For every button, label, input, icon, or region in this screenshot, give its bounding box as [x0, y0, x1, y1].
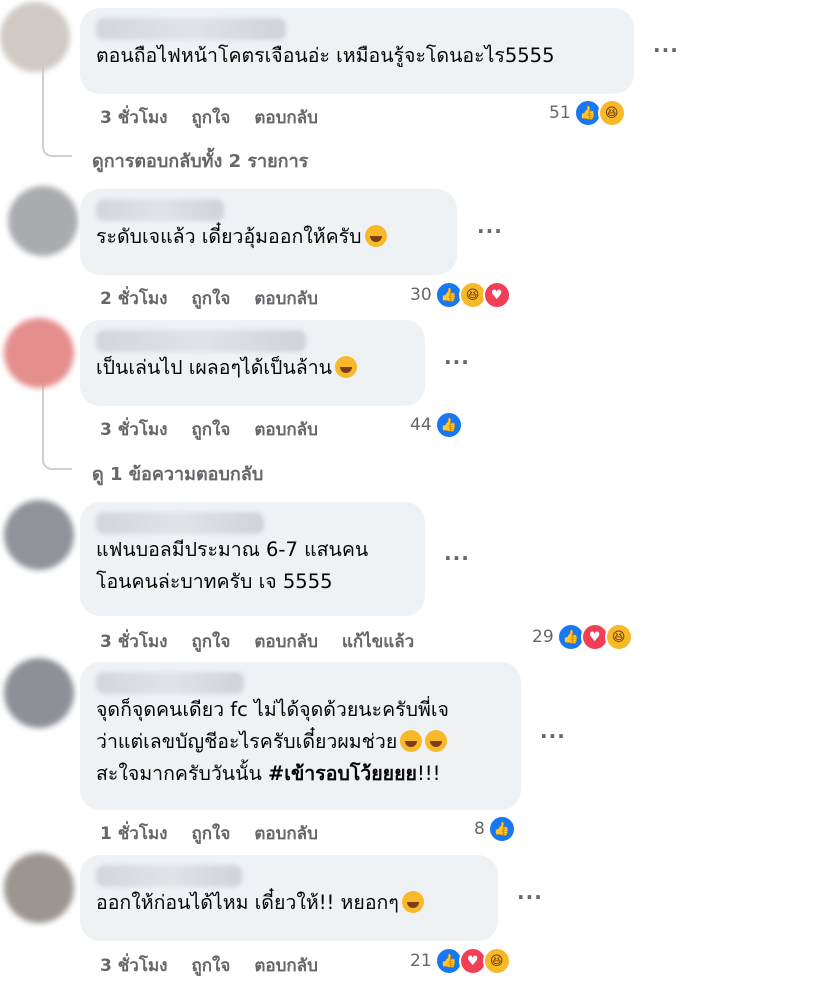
avatar[interactable] [4, 500, 74, 570]
comment-time[interactable]: 3 ชั่วโมง [100, 420, 167, 440]
reaction-count: 44 [410, 415, 432, 435]
haha-icon: 😆 [597, 99, 626, 127]
rofl-emoji-icon [425, 730, 448, 752]
more-options-icon[interactable]: ··· [444, 350, 470, 374]
commenter-name-blurred[interactable] [96, 199, 224, 221]
reaction-count: 21 [410, 951, 432, 971]
haha-icon: 😆 [482, 947, 511, 975]
comment-time[interactable]: 3 ชั่วโมง [100, 956, 167, 976]
avatar[interactable] [4, 658, 74, 728]
rofl-emoji-icon [364, 225, 387, 247]
like-icon: 👍 [487, 815, 516, 843]
comment-actions: 1 ชั่วโมง ถูกใจ ตอบกลับ [100, 820, 342, 847]
hashtag-link[interactable]: #เข้ารอบโว้ยยยย [268, 762, 417, 785]
commenter-name-blurred[interactable] [96, 672, 244, 694]
like-icon: 👍 [434, 411, 463, 439]
more-options-icon[interactable]: ··· [540, 724, 566, 748]
comment-bubble: ออกให้ก่อนได้ไหม เดี๋ยวให้!! หยอกๆ [80, 855, 498, 941]
comment-text-line1: แฟนบอลมีประมาณ 6-7 แสนคน [96, 538, 369, 561]
avatar[interactable] [4, 853, 74, 923]
comment-actions: 3 ชั่วโมง ถูกใจ ตอบกลับ [100, 104, 342, 131]
comment-actions: 3 ชั่วโมง ถูกใจ ตอบกลับ แก้ไขแล้ว [100, 628, 438, 655]
comment-bubble: ตอนถือไฟหน้าโคตรเจือนอ่ะ เหมือนรู้จะโดนอ… [80, 8, 634, 94]
comment-actions: 3 ชั่วโมง ถูกใจ ตอบกลับ [100, 416, 342, 443]
comment-text-line1: จุดก็จุดคนเดียว fc ไม่ได้จุดด้วยนะครับพี… [96, 698, 449, 721]
reaction-summary[interactable]: 8 👍 [474, 815, 516, 843]
reaction-count: 29 [532, 627, 554, 647]
commenter-name-blurred[interactable] [96, 330, 306, 352]
comment-text: ออกให้ก่อนได้ไหม เดี๋ยวให้!! หยอกๆ [96, 887, 482, 919]
commenter-name-blurred[interactable] [96, 865, 242, 887]
reply-button[interactable]: ตอบกลับ [254, 632, 318, 652]
like-button[interactable]: ถูกใจ [191, 824, 230, 844]
avatar[interactable] [8, 186, 78, 256]
comment-text-line2: โอนคนล่ะบาทครับ เจ 5555 [96, 570, 333, 593]
like-button[interactable]: ถูกใจ [191, 108, 230, 128]
commenter-name-blurred[interactable] [96, 18, 286, 40]
reply-button[interactable]: ตอบกลับ [254, 108, 318, 128]
reaction-count: 8 [474, 819, 485, 839]
view-replies-link[interactable]: ดูการตอบกลับทั้ง 2 รายการ [92, 146, 308, 175]
reply-button[interactable]: ตอบกลับ [254, 824, 318, 844]
reaction-summary[interactable]: 21 👍 ♥ 😆 [410, 947, 511, 975]
like-button[interactable]: ถูกใจ [191, 420, 230, 440]
reaction-summary[interactable]: 29 👍 ♥ 😆 [532, 623, 633, 651]
like-button[interactable]: ถูกใจ [191, 632, 230, 652]
reaction-summary[interactable]: 44 👍 [410, 411, 463, 439]
edited-label: แก้ไขแล้ว [341, 632, 415, 652]
comment-bubble: จุดก็จุดคนเดียว fc ไม่ได้จุดด้วยนะครับพี… [80, 662, 521, 810]
reply-button[interactable]: ตอบกลับ [254, 289, 318, 309]
comment-bubble: เป็นเล่นไป เผลอๆได้เป็นล้าน [80, 320, 425, 406]
reaction-summary[interactable]: 51 👍 😆 [549, 99, 626, 127]
comment-text: เป็นเล่นไป เผลอๆได้เป็นล้าน [96, 352, 409, 384]
avatar[interactable] [4, 318, 74, 388]
love-icon: ♥ [482, 281, 511, 309]
comment-time[interactable]: 3 ชั่วโมง [100, 632, 167, 652]
comment-text-line3: สะใจมากครับวันนั้น #เข้ารอบโว้ยยยย!!! [96, 762, 441, 785]
comment-time[interactable]: 3 ชั่วโมง [100, 108, 167, 128]
more-options-icon[interactable]: ··· [477, 219, 503, 243]
comment-actions: 3 ชั่วโมง ถูกใจ ตอบกลับ [100, 952, 342, 979]
comment-time[interactable]: 1 ชั่วโมง [100, 824, 167, 844]
rofl-emoji-icon [400, 730, 423, 752]
comment-time[interactable]: 2 ชั่วโมง [100, 289, 167, 309]
comment-text: ระดับเจแล้ว เดี๋ยวอุ้มออกให้ครับ [96, 221, 441, 253]
reply-button[interactable]: ตอบกลับ [254, 420, 318, 440]
view-replies-link[interactable]: ดู 1 ข้อความตอบกลับ [92, 459, 263, 488]
haha-icon: 😆 [604, 623, 633, 651]
like-button[interactable]: ถูกใจ [191, 956, 230, 976]
comment-actions: 2 ชั่วโมง ถูกใจ ตอบกลับ [100, 285, 342, 312]
reply-button[interactable]: ตอบกลับ [254, 956, 318, 976]
laugh-emoji-icon [401, 891, 424, 913]
grin-emoji-icon [335, 356, 357, 378]
more-options-icon[interactable]: ··· [517, 885, 543, 909]
more-options-icon[interactable]: ··· [444, 546, 470, 570]
avatar[interactable] [0, 2, 70, 72]
like-button[interactable]: ถูกใจ [191, 289, 230, 309]
comment-text: ตอนถือไฟหน้าโคตรเจือนอ่ะ เหมือนรู้จะโดนอ… [96, 44, 555, 67]
reaction-summary[interactable]: 30 👍 😆 ♥ [410, 281, 511, 309]
more-options-icon[interactable]: ··· [653, 38, 679, 62]
reaction-count: 51 [549, 103, 571, 123]
comment-bubble: แฟนบอลมีประมาณ 6-7 แสนคน โอนคนล่ะบาทครับ… [80, 502, 425, 616]
commenter-name-blurred[interactable] [96, 512, 264, 534]
reaction-count: 30 [410, 285, 432, 305]
thread-line [42, 380, 72, 470]
comment-text-line2: ว่าแต่เลขบัญชีอะไรครับเดี๋ยวผมช่วย [96, 726, 505, 758]
comment-bubble: ระดับเจแล้ว เดี๋ยวอุ้มออกให้ครับ [80, 189, 457, 275]
